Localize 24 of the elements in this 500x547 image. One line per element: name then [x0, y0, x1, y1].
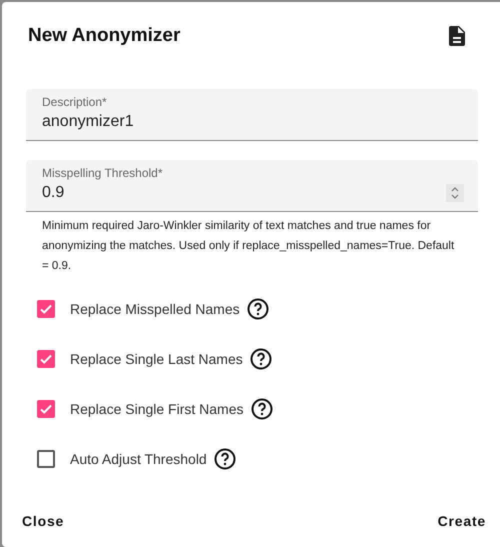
option-label: Replace Single First Names [70, 401, 244, 417]
field-label: Description* [42, 95, 108, 109]
dialog-button[interactable]: Create [426, 503, 498, 539]
option-label: Replace Misspelled Names [70, 301, 240, 317]
input-field[interactable]: Description* anonymizer1 [26, 89, 478, 141]
help-icon[interactable] [246, 298, 269, 320]
field-value: 0.9 [42, 184, 64, 202]
field-label: Misspelling Threshold* [42, 166, 164, 180]
help-icon[interactable] [250, 348, 272, 370]
field-value: anonymizer1 [42, 113, 134, 131]
checkbox[interactable] [37, 450, 55, 468]
checkbox[interactable] [37, 300, 55, 318]
field-hint: Minimum required Jaro-Winkler similarity of text matches and true names for anonymizing the matches. Used only if replace_misspelled_names=True. Default = 0.9. [42, 219, 456, 274]
document-icon[interactable] [449, 26, 465, 46]
spinner-icon[interactable] [446, 184, 464, 202]
input-field[interactable]: Misspelling Threshold* 0.9 [26, 160, 478, 212]
dialog-title: New Anonymizer [28, 25, 180, 47]
option-label: Replace Single Last Names [70, 351, 243, 367]
dialog-button[interactable]: Close [10, 503, 76, 539]
help-icon[interactable] [250, 398, 273, 420]
checkbox[interactable] [37, 350, 55, 368]
option-label: Auto Adjust Threshold [70, 451, 207, 467]
help-icon[interactable] [214, 448, 236, 470]
checkbox[interactable] [37, 400, 55, 418]
